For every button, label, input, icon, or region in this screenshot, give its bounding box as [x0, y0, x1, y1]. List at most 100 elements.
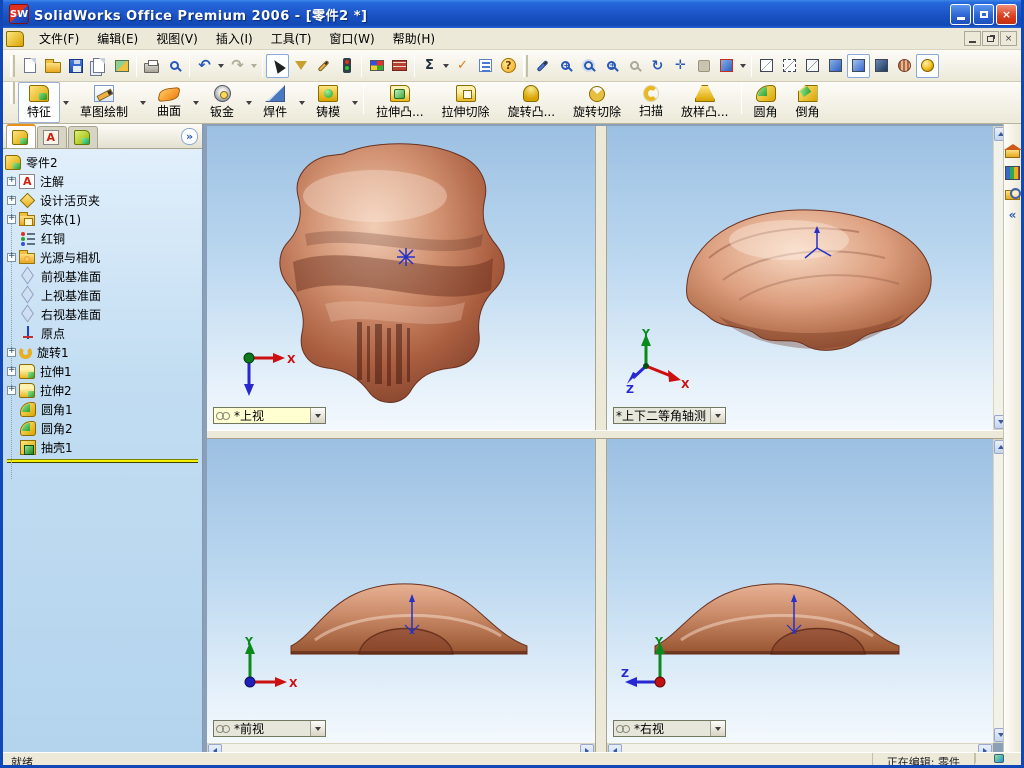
hidden-lines-visible-icon[interactable]: [778, 54, 801, 78]
pan-icon[interactable]: ✛: [669, 54, 692, 78]
tree-item-design-binder[interactable]: 设计活页夹: [5, 191, 202, 210]
viewport-dimetric-view[interactable]: Y X Z *上下二等角轴测: [607, 126, 993, 430]
apply-scene-icon[interactable]: [916, 53, 939, 78]
menu-help[interactable]: 帮助(H): [384, 28, 444, 49]
combo-dropdown-arrow[interactable]: [310, 408, 325, 423]
undo-icon[interactable]: ↶: [193, 54, 216, 78]
mold-tools-tab-button[interactable]: 铸模: [307, 82, 349, 123]
configurationmanager-tab[interactable]: [68, 126, 98, 148]
expand-toggle[interactable]: [7, 384, 16, 395]
featuremanager-tab[interactable]: [6, 124, 36, 148]
tree-item-shell1[interactable]: 抽壳1: [5, 438, 202, 457]
view-orientation-combo[interactable]: *右视: [613, 720, 726, 737]
print-icon[interactable]: [140, 54, 163, 78]
combo-dropdown-arrow[interactable]: [710, 408, 726, 423]
select-cursor-icon[interactable]: [266, 53, 289, 78]
sketch-dropdown-arrow[interactable]: [137, 82, 148, 123]
expand-toggle[interactable]: [7, 213, 16, 224]
features-dropdown-arrow[interactable]: [60, 82, 71, 123]
extruded-boss-button[interactable]: 拉伸凸...: [367, 82, 432, 123]
view-orientation-combo[interactable]: *上视: [213, 407, 326, 424]
menu-tools[interactable]: 工具(T): [262, 28, 321, 49]
chamfer-button[interactable]: 倒角: [787, 82, 829, 123]
shaded-icon[interactable]: [847, 53, 870, 78]
tree-root[interactable]: 零件2: [5, 153, 202, 172]
tree-item-fillet1[interactable]: 圆角1: [5, 400, 202, 419]
surfaces-tab-button[interactable]: 曲面: [148, 82, 190, 123]
task-pane-expand-chevron-icon[interactable]: «: [1009, 208, 1017, 222]
horizontal-viewport-splitter[interactable]: [207, 430, 1009, 439]
tree-item-top-plane[interactable]: 上视基准面: [5, 286, 202, 305]
tree-item-origin[interactable]: 原点: [5, 324, 202, 343]
features-tab-button[interactable]: 特征: [18, 82, 61, 123]
view-orientation-combo[interactable]: *上下二等角轴测: [613, 407, 727, 424]
equations-sigma-icon[interactable]: Σ: [418, 54, 441, 78]
tree-item-lights-cameras[interactable]: 光源与相机: [5, 248, 202, 267]
tree-item-solid-bodies[interactable]: 实体(1): [5, 210, 202, 229]
shaded-with-edges-icon[interactable]: [824, 54, 847, 78]
quick-tips-icon[interactable]: [993, 754, 1004, 763]
expand-toggle[interactable]: [7, 175, 16, 186]
tree-item-front-plane[interactable]: 前视基准面: [5, 267, 202, 286]
expand-toggle[interactable]: [7, 365, 16, 376]
hidden-lines-removed-icon[interactable]: [801, 54, 824, 78]
extruded-cut-button[interactable]: 拉伸切除: [433, 82, 499, 123]
mdi-minimize-button[interactable]: [964, 31, 981, 46]
revolved-boss-button[interactable]: 旋转凸...: [499, 82, 564, 123]
sketch-tab-button[interactable]: 草图绘制: [71, 82, 137, 123]
open-document-icon[interactable]: [41, 54, 64, 78]
mold-tools-dropdown-arrow[interactable]: [349, 82, 360, 123]
mdi-restore-button[interactable]: [982, 31, 999, 46]
menu-edit[interactable]: 编辑(E): [88, 28, 147, 49]
rebuild-traffic-light-icon[interactable]: [335, 54, 358, 78]
loft-button[interactable]: 放样凸...: [672, 82, 737, 123]
view-orientation-combo[interactable]: *前视: [213, 720, 326, 737]
undo-dropdown-arrow[interactable]: [216, 54, 226, 78]
feature-toolbar-grip[interactable]: [10, 82, 15, 104]
mdi-close-button[interactable]: ×: [1000, 31, 1017, 46]
print-preview-icon[interactable]: [163, 54, 186, 78]
menu-file[interactable]: 文件(F): [30, 28, 88, 49]
sketch-pencil-icon[interactable]: [312, 54, 335, 78]
section-view-icon[interactable]: [715, 54, 738, 78]
tree-item-fillet2[interactable]: 圆角2: [5, 419, 202, 438]
make-drawing-icon[interactable]: [87, 54, 110, 78]
weldments-dropdown-arrow[interactable]: [296, 82, 307, 123]
viewport-front-view[interactable]: Y X *前视: [207, 439, 595, 743]
menu-insert[interactable]: 插入(I): [207, 28, 262, 49]
fillet-button[interactable]: 圆角: [745, 82, 787, 123]
zoom-to-fit-icon[interactable]: +: [554, 54, 577, 78]
wireframe-icon[interactable]: [755, 54, 778, 78]
tree-item-annotations[interactable]: 注解: [5, 172, 202, 191]
menu-window[interactable]: 窗口(W): [320, 28, 383, 49]
close-button[interactable]: ×: [996, 3, 1017, 25]
sheetmetal-dropdown-arrow[interactable]: [243, 82, 254, 123]
expand-toggle[interactable]: [7, 346, 16, 357]
view-orientation-icon[interactable]: [531, 54, 554, 78]
vertical-viewport-splitter[interactable]: [595, 126, 607, 759]
toolbar-grip[interactable]: [10, 54, 15, 77]
combo-dropdown-arrow[interactable]: [310, 721, 325, 736]
help-icon[interactable]: ?: [497, 54, 520, 78]
realview-graphics-icon[interactable]: [893, 54, 916, 78]
equations-dropdown-arrow[interactable]: [441, 54, 451, 78]
maximize-button[interactable]: [973, 3, 994, 25]
revolved-cut-button[interactable]: 旋转切除: [564, 82, 630, 123]
tree-item-extrude1[interactable]: 拉伸1: [5, 362, 202, 381]
options-list-icon[interactable]: [474, 54, 497, 78]
viewport-top-view[interactable]: X *上视: [207, 126, 595, 430]
rollback-bar[interactable]: [7, 459, 198, 463]
surfaces-dropdown-arrow[interactable]: [190, 82, 201, 123]
menu-view[interactable]: 视图(V): [147, 28, 207, 49]
minimize-button[interactable]: [950, 3, 971, 25]
tree-item-revolve1[interactable]: 旋转1: [5, 343, 202, 362]
selection-filter-icon[interactable]: [289, 54, 312, 78]
section-view-dropdown-arrow[interactable]: [738, 54, 748, 78]
design-checker-icon[interactable]: ✓: [451, 54, 474, 78]
expand-toggle[interactable]: [7, 194, 16, 205]
shadows-in-shaded-mode-icon[interactable]: [870, 54, 893, 78]
make-assembly-icon[interactable]: [110, 54, 133, 78]
sheetmetal-tab-button[interactable]: 钣金: [201, 82, 243, 123]
zoom-in-out-icon[interactable]: ±: [600, 54, 623, 78]
tree-item-right-plane[interactable]: 右视基准面: [5, 305, 202, 324]
